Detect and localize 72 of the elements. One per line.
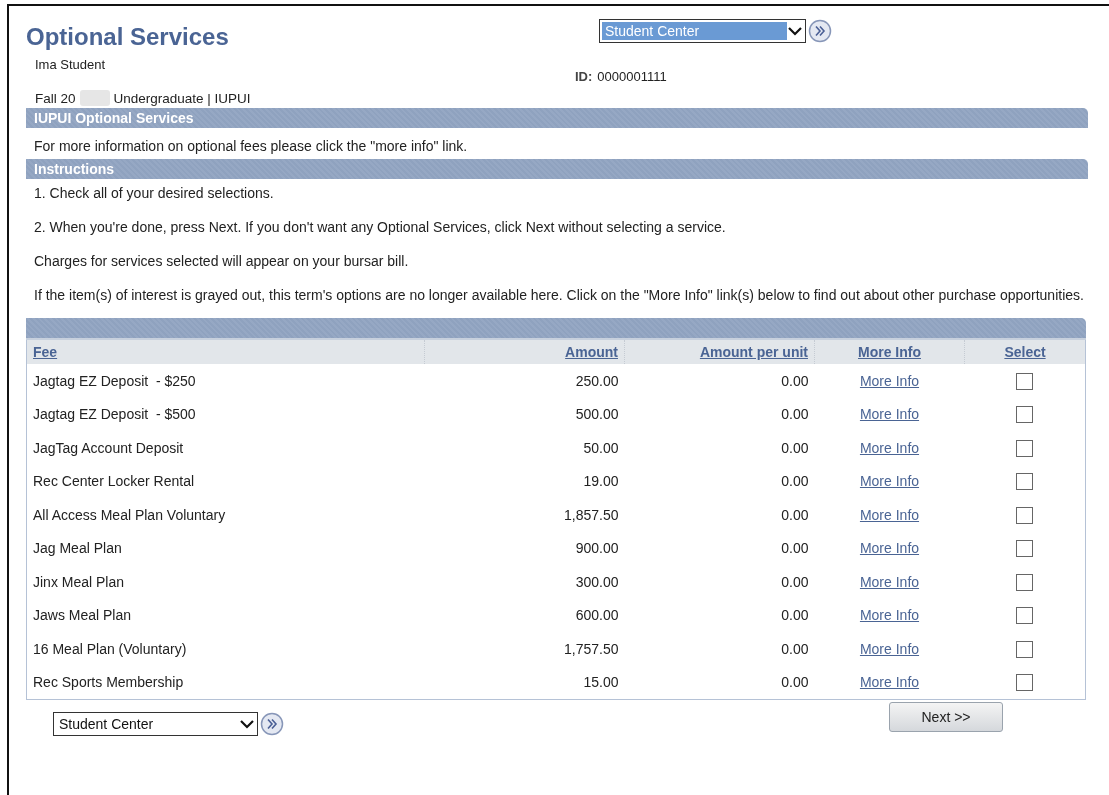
more-info-link[interactable]: More Info	[859, 640, 920, 657]
career-text: Undergraduate | IUPUI	[113, 90, 251, 106]
fee-name: Jagtag EZ Deposit - $250	[33, 372, 196, 389]
amount-per-unit: 0.00	[781, 640, 809, 657]
amount-per-unit: 0.00	[781, 406, 809, 423]
amount: 300.00	[575, 573, 619, 590]
more-info-link[interactable]: More Info	[859, 439, 920, 456]
fee-name: Jaws Meal Plan	[33, 607, 132, 624]
more-info-link[interactable]: More Info	[859, 372, 920, 389]
fee-name: Jinx Meal Plan	[33, 573, 125, 590]
student-name: Ima Student	[35, 57, 107, 74]
more-info-link[interactable]: More Info	[859, 540, 920, 557]
more-info-link[interactable]: More Info	[859, 607, 920, 624]
info-text: For more information on optional fees please click the "more info" link.	[33, 137, 469, 156]
instruction-text: 1. Check all of your desired selections.	[33, 184, 275, 203]
amount-per-unit: 0.00	[781, 372, 809, 389]
next-button[interactable]: Next >>	[889, 701, 1003, 732]
amount-per-unit: 0.00	[781, 473, 809, 490]
amount-per-unit: 0.00	[781, 674, 809, 690]
amount: 19.00	[583, 473, 619, 490]
column-header-link[interactable]: Fee	[33, 344, 58, 360]
fee-name: JagTag Account Deposit	[33, 439, 184, 456]
more-info-link[interactable]: More Info	[859, 473, 920, 490]
amount-per-unit: 0.00	[781, 439, 809, 456]
amount: 900.00	[575, 540, 619, 557]
redaction-mark	[79, 90, 110, 106]
go-icon[interactable]	[260, 711, 284, 736]
select-checkbox[interactable]	[1016, 640, 1034, 658]
select-checkbox[interactable]	[1016, 473, 1034, 491]
amount-per-unit: 0.00	[781, 573, 809, 590]
amount-per-unit: 0.00	[781, 607, 809, 624]
amount: 15.00	[583, 674, 619, 690]
amount: 50.00	[583, 439, 619, 456]
select-checkbox[interactable]	[1016, 573, 1034, 591]
more-info-link[interactable]: More Info	[859, 674, 920, 690]
select-checkbox[interactable]	[1016, 372, 1034, 390]
id-value: 0000001111	[597, 69, 667, 84]
more-info-link[interactable]: More Info	[859, 506, 920, 523]
fee-name: Rec Sports Membership	[33, 674, 184, 690]
section-header: Instructions	[26, 159, 1088, 179]
select-checkbox[interactable]	[1016, 607, 1034, 625]
section-header: IUPUI Optional Services	[26, 108, 1088, 128]
fee-name: Rec Center Locker Rental	[33, 473, 195, 490]
amount-per-unit: 0.00	[781, 506, 809, 523]
instruction-text: 2. When you're done, press Next. If you don't want any Optional Services, click Next without selecting a service.	[33, 218, 727, 237]
go-icon[interactable]	[808, 19, 832, 43]
page-title: Optional Services	[26, 23, 230, 51]
select-checkbox[interactable]	[1016, 540, 1034, 558]
more-info-link[interactable]: More Info	[859, 406, 920, 423]
instruction-text: If the item(s) of interest is grayed out, this term's options are no longer available here. Click on the "More Info" link(s) below to find out about other purchase opportunities.	[33, 286, 1085, 305]
id-label: ID:	[575, 69, 593, 84]
instruction-text: Charges for services selected will appear on your bursar bill.	[33, 252, 410, 271]
fee-name: All Access Meal Plan Voluntary	[33, 506, 226, 523]
amount: 1,857.50	[564, 506, 619, 523]
select-checkbox[interactable]	[1016, 673, 1034, 691]
amount-per-unit: 0.00	[781, 540, 809, 557]
fee-name: 16 Meal Plan (Voluntary)	[33, 640, 187, 657]
amount: 600.00	[575, 607, 619, 624]
select-checkbox[interactable]	[1016, 439, 1034, 457]
chevron-down-icon	[787, 25, 803, 37]
term-text: Fall 20	[35, 90, 76, 106]
fee-name: Jag Meal Plan	[33, 540, 122, 557]
fee-name: Jagtag EZ Deposit - $500	[33, 406, 196, 423]
more-info-link[interactable]: More Info	[859, 573, 920, 590]
chevron-down-icon	[239, 717, 255, 730]
column-header-link[interactable]: Amount	[565, 344, 618, 360]
select-checkbox[interactable]	[1016, 506, 1034, 524]
page-select[interactable]: Student Center	[53, 711, 258, 736]
amount: 1,757.50	[564, 640, 619, 657]
select-checkbox[interactable]	[1016, 406, 1034, 424]
amount: 250.00	[575, 372, 619, 389]
amount: 500.00	[575, 406, 619, 423]
